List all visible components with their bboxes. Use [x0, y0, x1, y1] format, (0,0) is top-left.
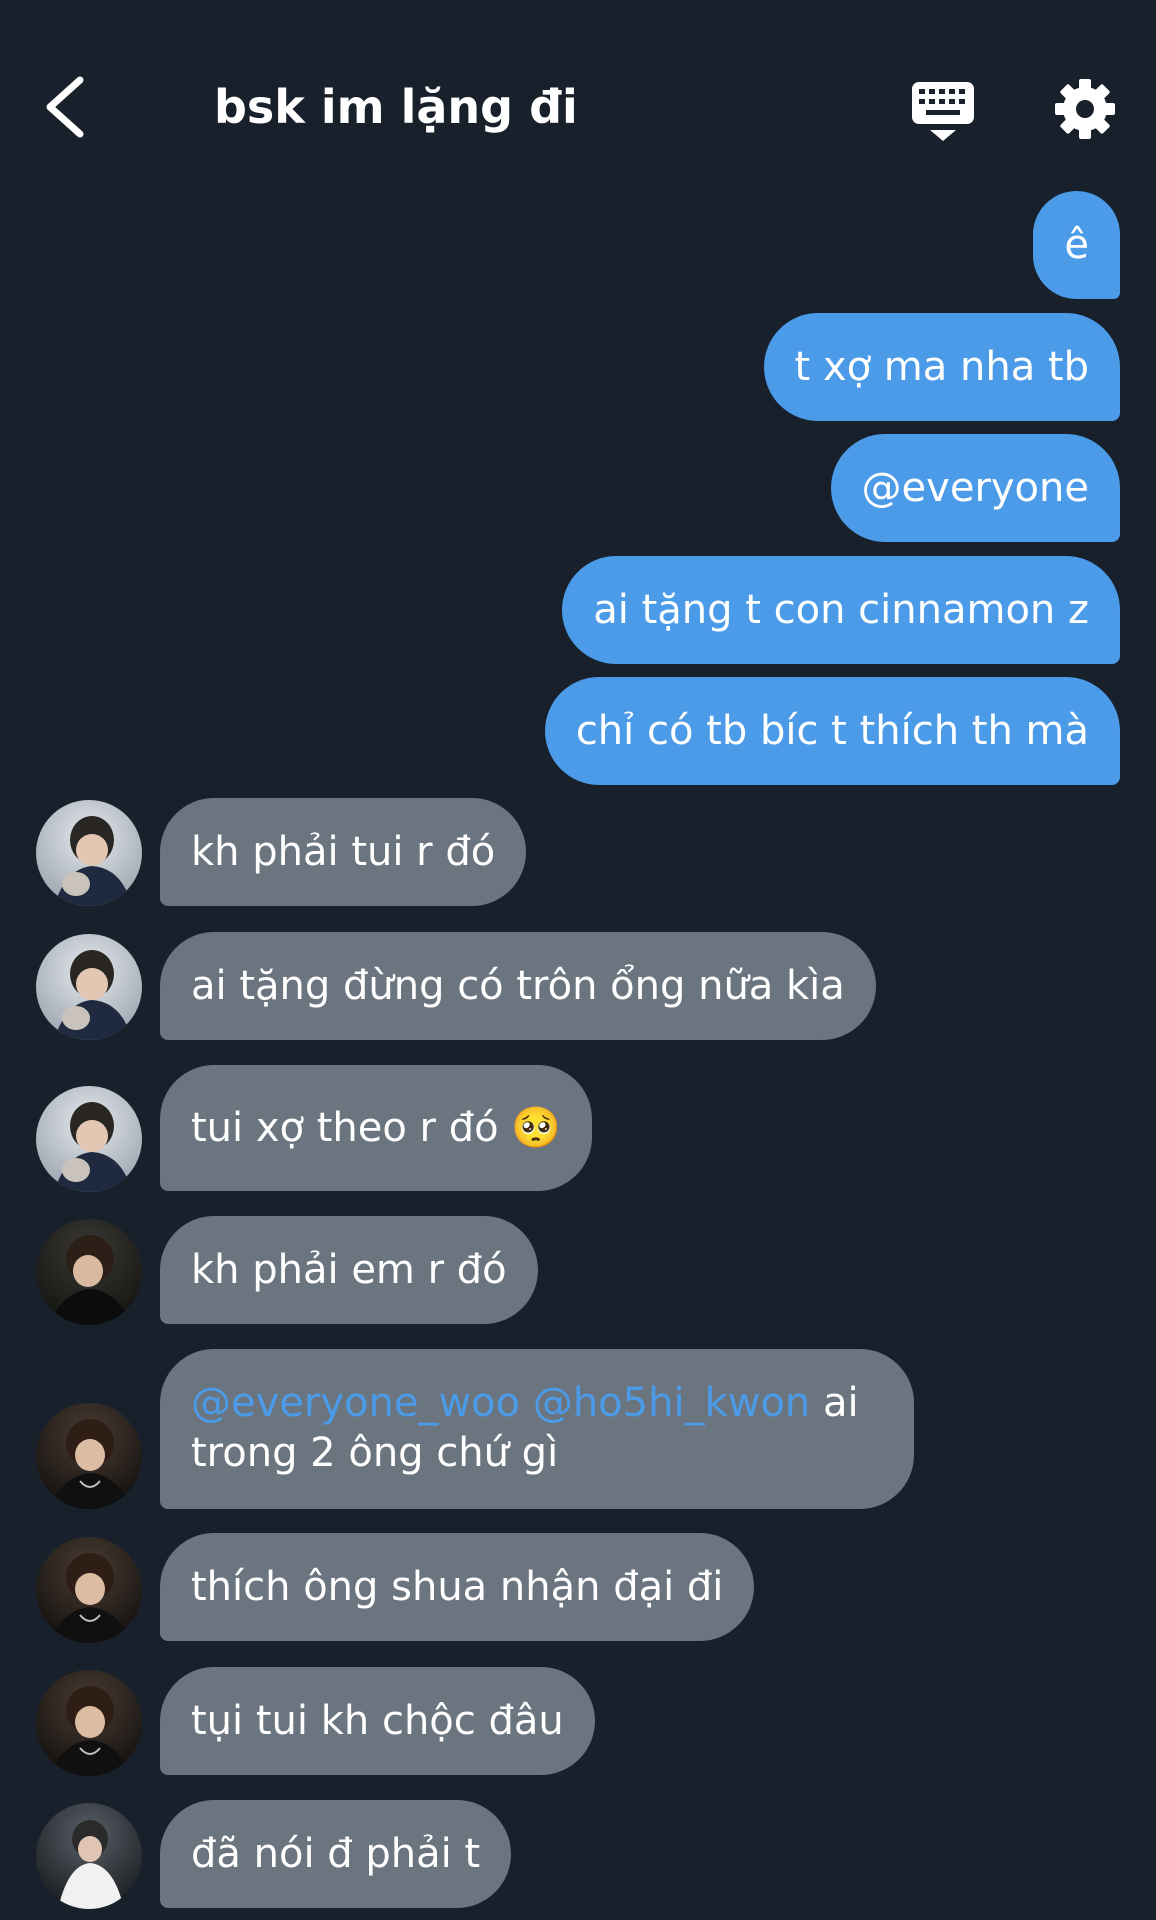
outgoing-message[interactable]: ai tặng t con cinnamon z: [562, 556, 1120, 664]
mention-link[interactable]: @ho5hi_kwon: [533, 1380, 810, 1426]
chat-header: bsk im lặng đi: [0, 0, 1156, 190]
outgoing-message[interactable]: chỉ có tb bíc t thích th mà: [544, 677, 1120, 785]
incoming-message[interactable]: kh phải tui r đó: [160, 798, 527, 906]
message-text: ai: [810, 1380, 859, 1426]
chat-title: bsk im lặng đi: [214, 80, 578, 134]
outgoing-message[interactable]: @everyone: [830, 434, 1120, 542]
incoming-message[interactable]: thích ông shua nhận đại đi: [160, 1533, 755, 1641]
settings-button[interactable]: [1054, 78, 1116, 140]
outgoing-message[interactable]: t xợ ma nha tb: [763, 313, 1120, 421]
message-text: ê: [1064, 222, 1089, 268]
message-text: ai tặng t con cinnamon z: [593, 587, 1089, 633]
message-text: thích ông shua nhận đại đi: [191, 1564, 724, 1610]
gear-icon: [1055, 79, 1115, 139]
avatar[interactable]: [36, 800, 142, 906]
incoming-message[interactable]: kh phải em r đó: [160, 1216, 538, 1324]
message-text: tụi tui kh chộc đâu: [191, 1698, 564, 1744]
outgoing-message[interactable]: ê: [1033, 191, 1120, 299]
message-line: trong 2 ông chứ gì: [191, 1430, 559, 1476]
incoming-message[interactable]: ai tặng đừng có trôn ổng nữa kìa: [160, 932, 876, 1040]
keyboard-icon: [912, 82, 974, 141]
message-text: t xợ ma nha tb: [794, 344, 1089, 390]
mention-link[interactable]: @everyone_woo: [191, 1380, 520, 1426]
incoming-message[interactable]: @everyone_woo @ho5hi_kwon ai trong 2 ông…: [160, 1349, 914, 1509]
message-text: ai tặng đừng có trôn ổng nữa kìa: [191, 963, 845, 1009]
message-text: tui xợ theo r đó: [191, 1105, 499, 1151]
avatar[interactable]: [36, 1803, 142, 1909]
message-text: chỉ có tb bíc t thích th mà: [575, 708, 1089, 754]
incoming-message[interactable]: tụi tui kh chộc đâu: [160, 1667, 595, 1775]
avatar[interactable]: [36, 1537, 142, 1643]
message-text: kh phải em r đó: [191, 1247, 507, 1293]
incoming-message[interactable]: tui xợ theo r đó 🥺: [160, 1065, 593, 1191]
keyboard-button[interactable]: [910, 78, 976, 144]
pleading-face-emoji: 🥺: [511, 1105, 562, 1151]
avatar[interactable]: [36, 934, 142, 1040]
avatar[interactable]: [36, 1403, 142, 1509]
message-line: @everyone_woo @ho5hi_kwon ai: [191, 1378, 883, 1428]
avatar[interactable]: [36, 1086, 142, 1192]
avatar[interactable]: [36, 1219, 142, 1325]
message-text: @everyone: [861, 465, 1089, 511]
message-text: kh phải tui r đó: [191, 829, 496, 875]
avatar[interactable]: [36, 1670, 142, 1776]
message-text: đã nói đ phải t: [191, 1831, 481, 1877]
incoming-message[interactable]: đã nói đ phải t: [160, 1800, 512, 1908]
back-button[interactable]: [38, 70, 98, 145]
chevron-left-icon: [46, 76, 84, 138]
